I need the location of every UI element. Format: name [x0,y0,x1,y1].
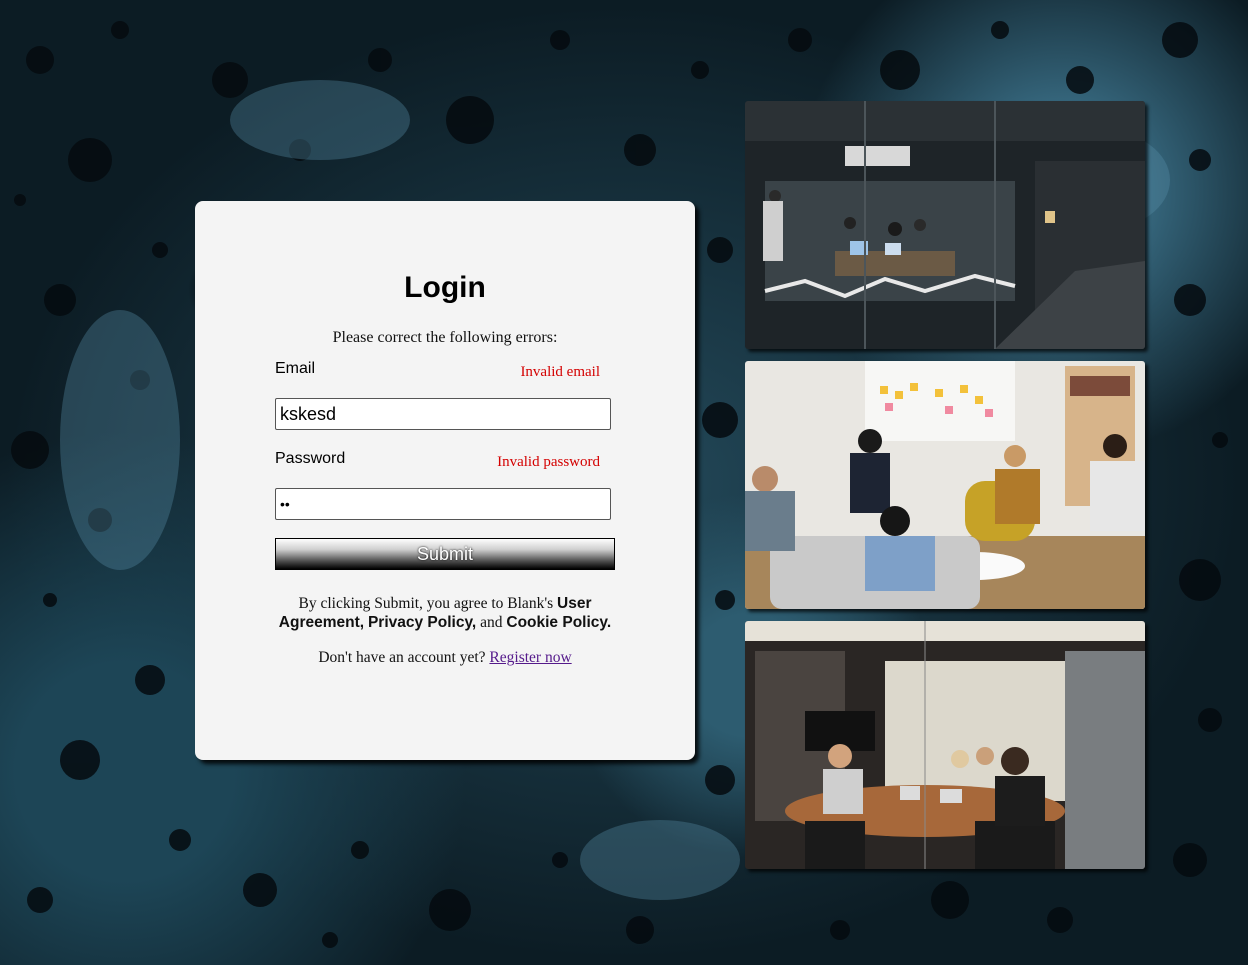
office-lounge-team-meeting-photo [745,361,1145,609]
cookie-policy-link[interactable]: Cookie Policy. [506,614,611,631]
register-line: Don't have an account yet? Register now [195,649,695,667]
login-title: Login [404,271,486,304]
password-value: •• [280,496,290,512]
email-field[interactable]: kskesd [275,398,611,430]
password-label: Password [275,450,346,467]
agreement-prefix: By clicking Submit, you agree to Blank's [298,595,558,612]
password-field[interactable]: •• [275,488,611,520]
password-error: Invalid password [497,454,600,470]
email-label: Email [275,360,316,377]
agreement-text: By clicking Submit, you agree to Blank's… [265,594,625,632]
agreement-and: and [476,614,507,631]
email-error: Invalid email [520,364,600,380]
register-prompt: Don't have an account yet? [318,649,490,666]
submit-button[interactable]: Submit [275,538,615,570]
email-value: kskesd [280,403,337,424]
login-card: Login Please correct the following error… [195,201,695,760]
register-link[interactable]: Register now [489,649,571,666]
office-glass-meeting-room-photo [745,101,1145,349]
error-summary: Please correct the following errors: [332,329,558,346]
privacy-policy-link[interactable]: Privacy Policy, [368,614,476,631]
office-conference-table-photo [745,621,1145,869]
